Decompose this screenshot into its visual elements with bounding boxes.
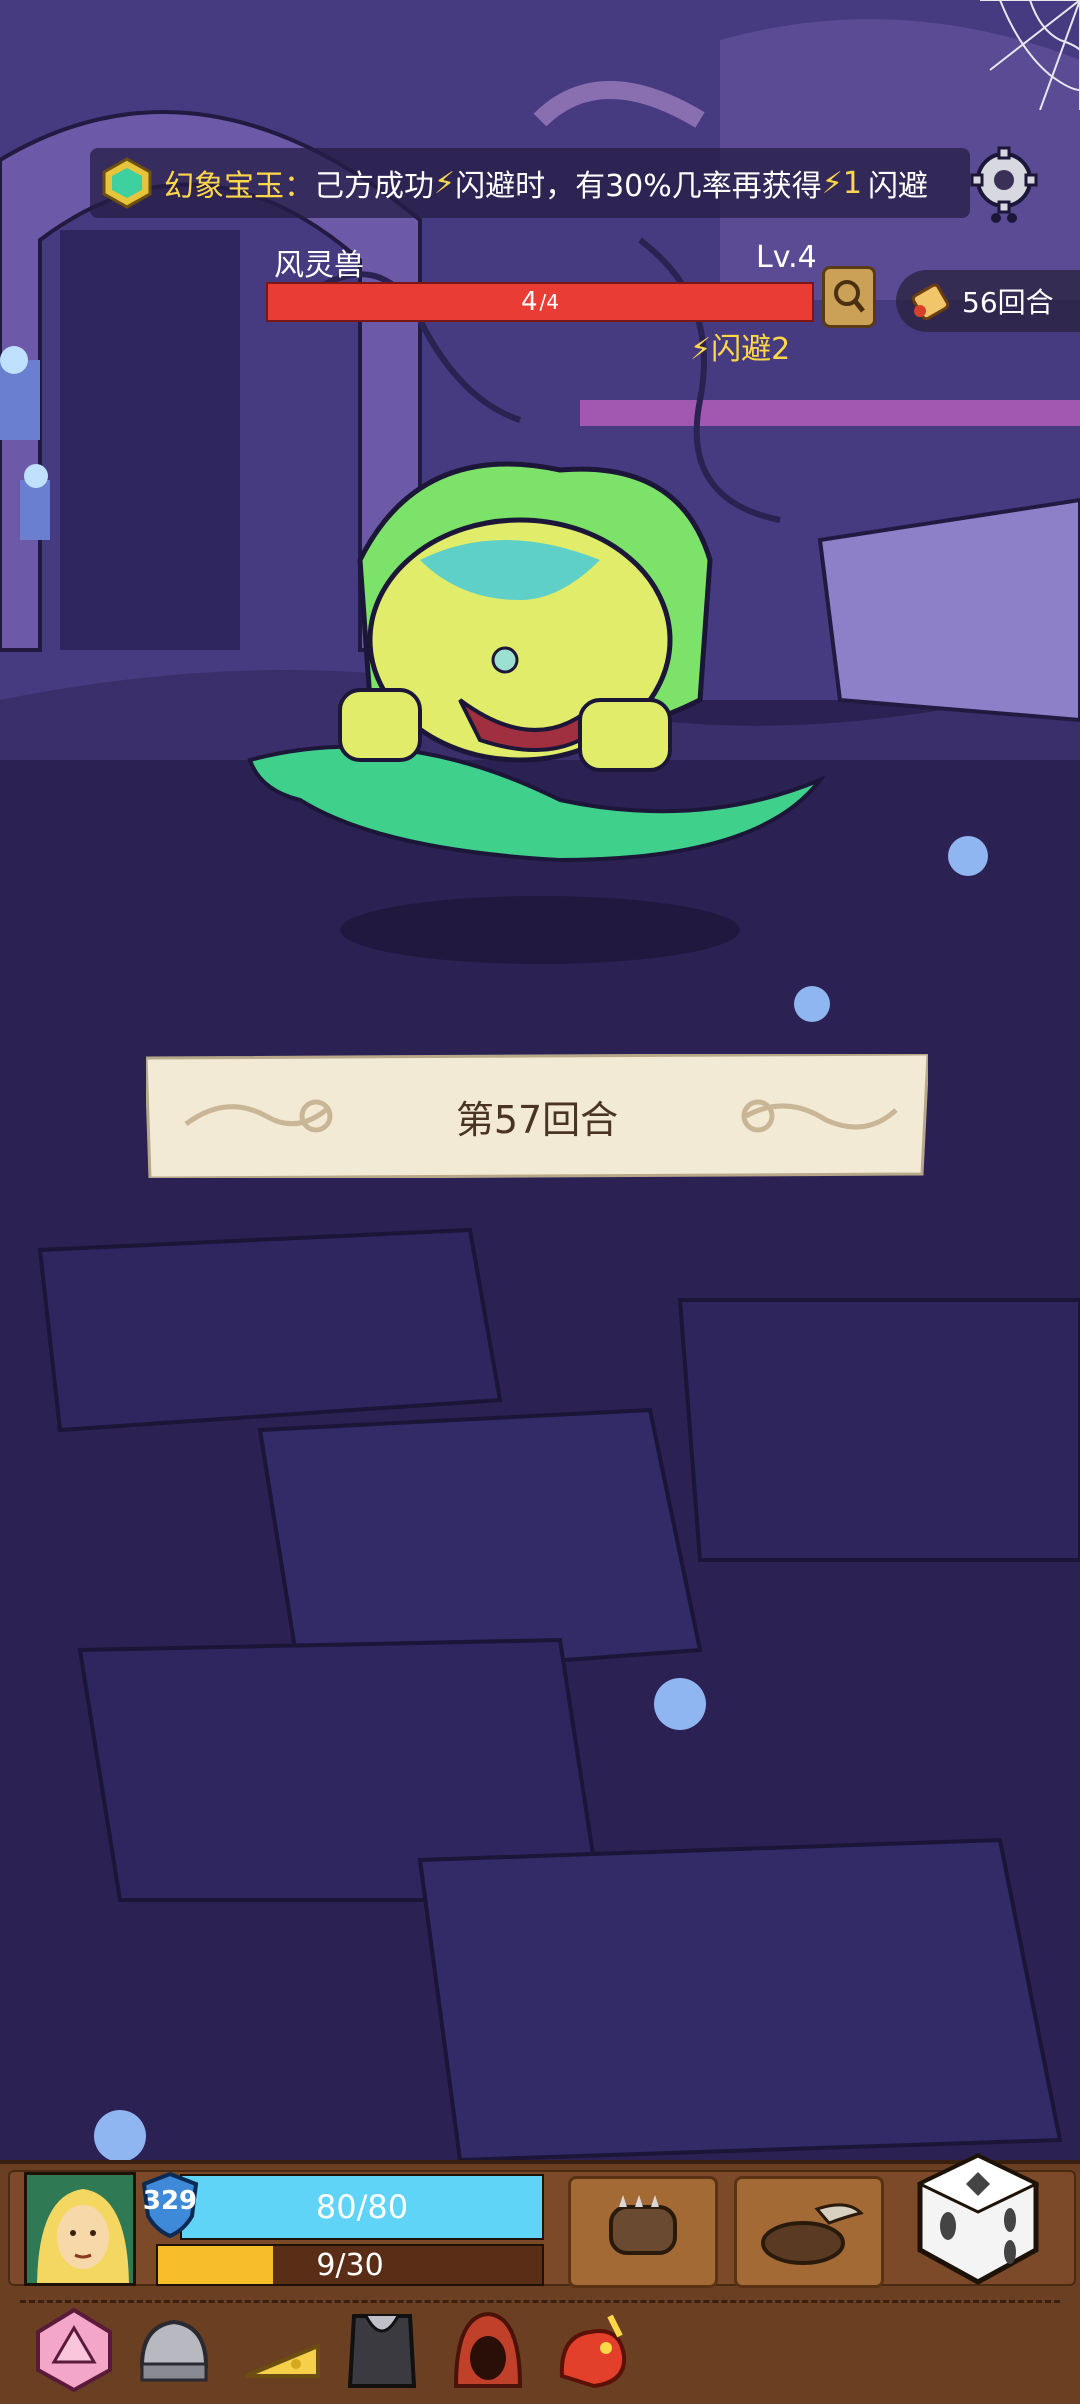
enemy-dodge-status: ⚡闪避2 [690,324,790,368]
relic-desc-suffix: 闪避 [867,169,928,204]
round-counter[interactable]: 56回合 [896,270,1080,332]
chest-armor-icon[interactable] [340,2306,424,2394]
fire-dragon-icon[interactable] [550,2306,634,2394]
relic-desc-prefix: 己方成功 [314,169,434,204]
enemy-hp-current: 4 [520,287,538,317]
relic-banner: 幻象宝玉 ： 己方成功 ⚡ 闪避时，有30%几率再获得 ⚡ 1 闪避 [90,148,970,218]
dig-icon [761,2203,864,2265]
enemy-dodge-label: 闪避2 [711,332,791,367]
bolt-icon: ⚡ [690,332,712,367]
player-energy-text: 9/30 [316,2247,384,2283]
relic-desc-mid: 闪避时，有30%几率再获得 [455,169,822,204]
enemy-info-button[interactable] [822,266,876,328]
hero-portrait-icon [27,2175,133,2283]
skill-slot-spiked-fist[interactable] [568,2176,718,2288]
panel-divider [20,2300,1060,2303]
player-energy-bar: 9/30 [156,2244,544,2286]
relic-name: 幻象宝玉 [164,169,284,204]
gem-icon [102,157,152,209]
player-avatar[interactable] [24,2172,136,2286]
round-banner-text: 第57回合 [455,1097,619,1142]
helmet-icon[interactable] [132,2306,216,2394]
roll-dice-button[interactable] [912,2150,1044,2290]
cheese-icon[interactable] [240,2306,324,2394]
enemy-level: Lv.4 [756,240,817,275]
player-hp-bar: 80/80 [180,2174,544,2240]
bolt-icon: ⚡ [821,165,843,201]
d20-dice-icon[interactable] [32,2306,116,2394]
skill-slot-dig[interactable] [734,2176,884,2288]
player-hp-text: 80/80 [315,2188,409,2226]
enemy-hp-max: /4 [539,290,559,314]
relic-bonus-amount: 1 [842,165,862,201]
round-counter-label: 56回合 [962,286,1054,319]
relic-colon: ： [284,169,314,204]
spiderweb-icon [980,0,1080,110]
enemy-hp-bar: 4 /4 [266,282,814,322]
armor-value: 329 [142,2186,198,2216]
bolt-icon: ⚡ [434,165,456,201]
enemy-name: 风灵兽 [274,248,364,283]
scroll-icon [911,283,950,321]
spiked-fist-icon [609,2195,677,2255]
battle-background [0,0,1080,2400]
hood-icon[interactable] [446,2306,530,2394]
settings-gear-icon[interactable] [968,146,1040,226]
magnifier-icon [834,280,865,313]
